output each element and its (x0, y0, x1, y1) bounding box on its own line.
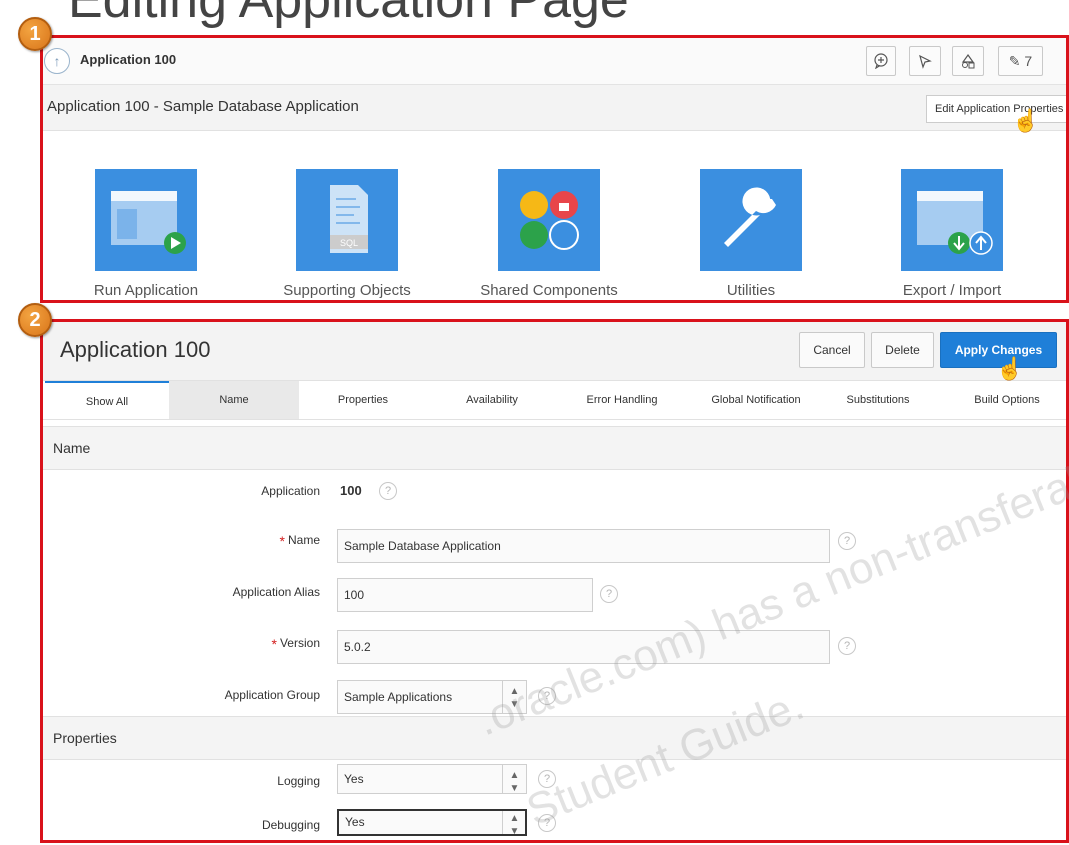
highlight-box-1 (40, 35, 1069, 303)
highlight-box-2 (40, 319, 1069, 843)
callout-2: 2 (18, 303, 52, 337)
callout-1: 1 (18, 17, 52, 51)
slide-title: Editing Application Page (68, 0, 629, 29)
